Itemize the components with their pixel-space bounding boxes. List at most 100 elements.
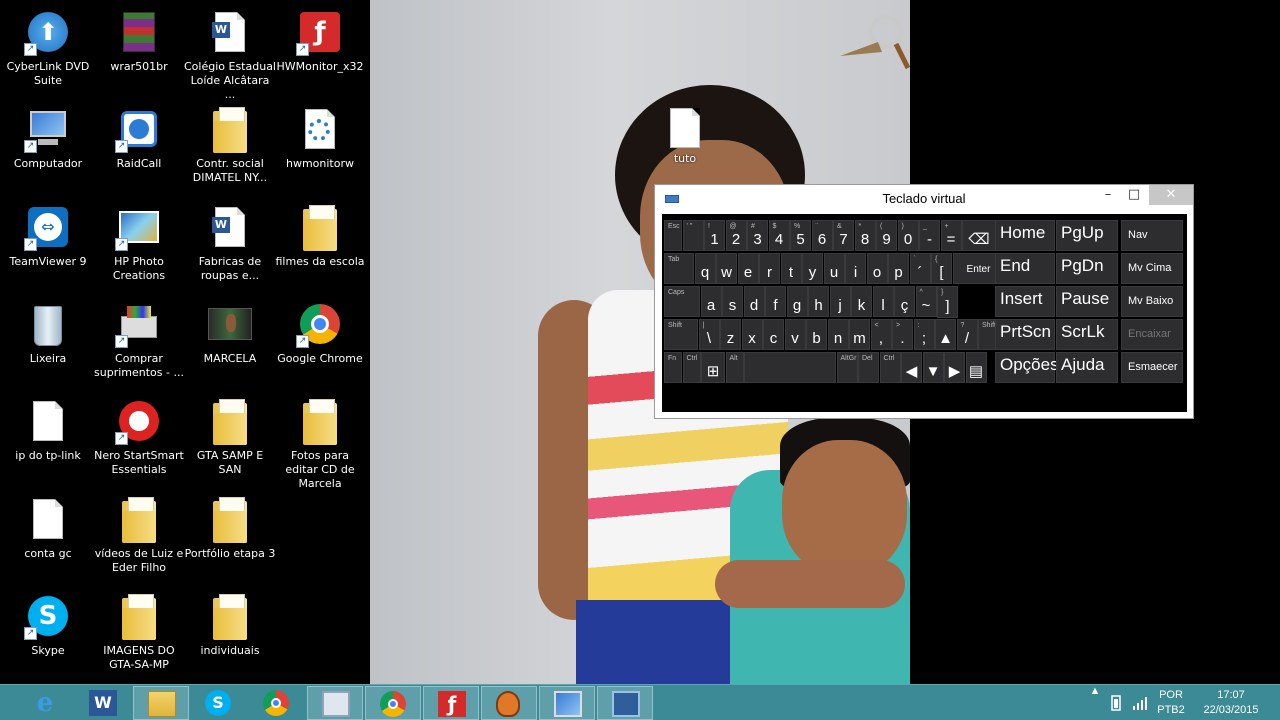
key-insert[interactable]: Insert (995, 286, 1055, 317)
key-w[interactable]: w (716, 253, 737, 284)
taskbar-chrome-button[interactable] (249, 686, 305, 720)
key-ç[interactable]: ç (894, 286, 915, 317)
key-home[interactable]: Home (995, 220, 1055, 251)
key-symbol-3-9[interactable]: <, (870, 319, 892, 350)
key-1[interactable]: ! 1 (704, 220, 725, 251)
key-scrlk[interactable]: ScrLk (1056, 319, 1118, 350)
key-f[interactable]: f (765, 286, 786, 317)
key-symbol-3-10[interactable]: >. (892, 319, 913, 350)
minimize-button[interactable]: – (1095, 185, 1121, 205)
taskbar-network-button[interactable] (307, 686, 363, 720)
key-z[interactable]: z (720, 319, 741, 350)
key-k[interactable]: k (851, 286, 872, 317)
desktop-icon-google-chrome[interactable]: ↗ Google Chrome (274, 300, 366, 366)
network-signal-icon[interactable] (1132, 695, 1148, 711)
key-nav[interactable]: Nav (1121, 220, 1183, 251)
key-alt[interactable]: Alt (725, 352, 744, 383)
key-tab[interactable]: Tab (664, 253, 694, 284)
key-e[interactable]: e (737, 253, 759, 284)
key-symbol-2-11[interactable]: ^ ~ (915, 286, 937, 317)
key-encaixar[interactable]: Encaixar (1121, 319, 1183, 350)
key-symbol-1-11[interactable]: ` ´ (909, 253, 931, 284)
key-symbol-4-11[interactable]: ▤ (965, 352, 987, 383)
desktop-icon-nero-startsmart-essentials[interactable]: ↗ Nero StartSmart Essentials (93, 397, 185, 477)
key-a[interactable]: a (700, 286, 722, 317)
key-del[interactable]: Del (858, 352, 879, 383)
desktop-icon-fotos-para-editar-cd-de-marcela[interactable]: Fotos para editar CD de Marcela (274, 397, 366, 491)
desktop-icon-hwmonitor-x32[interactable]: ƒ ↗ HWMonitor_x32 (274, 8, 366, 74)
desktop-icon-hwmonitorw[interactable]: hwmonitorw (274, 105, 366, 171)
desktop-icon-hp-photo-creations[interactable]: ↗ HP Photo Creations (93, 203, 185, 283)
desktop-icon-ip-do-tp-link[interactable]: ip do tp-link (2, 397, 94, 463)
power-icon[interactable] (1108, 695, 1124, 711)
key-x[interactable]: x (741, 319, 763, 350)
close-button[interactable]: ✕ (1149, 185, 1193, 205)
desktop-icon-filmes-da-escola[interactable]: filmes da escola (274, 203, 366, 269)
desktop-icon-comprar-suprimentos[interactable]: ↗ Comprar suprimentos - ... (93, 300, 185, 380)
taskbar-flash-button[interactable]: ƒ (423, 686, 479, 720)
taskbar-file-explorer-button[interactable] (133, 686, 189, 720)
key-symbol-0-13[interactable]: + = (940, 220, 962, 251)
key-ctrl[interactable]: Ctrl (879, 352, 901, 383)
taskbar-computer-button[interactable] (539, 686, 595, 720)
key-v[interactable]: v (784, 319, 806, 350)
desktop-icon-raidcall[interactable]: ↗ RaidCall (93, 105, 185, 171)
desktop-icon-cyberlink-dvd-suite[interactable]: ⬆ ↗ CyberLink DVD Suite (2, 8, 94, 88)
desktop-icon-teamviewer-9[interactable]: ⇔ ↗ TeamViewer 9 (2, 203, 94, 269)
taskbar-word-button[interactable]: W (75, 686, 131, 720)
key-symbol-0-1[interactable]: ' " (682, 220, 704, 251)
desktop-icon-col-gio-estadual-lo-de-alc-tara[interactable]: W Colégio Estadual Loíde Alcâtara ... (184, 8, 276, 102)
maximize-button[interactable]: □ (1121, 185, 1147, 205)
key-esmaecer[interactable]: Esmaecer (1121, 352, 1183, 383)
key-ajuda[interactable]: Ajuda (1056, 352, 1118, 383)
key-u[interactable]: u (823, 253, 845, 284)
key-o[interactable]: o (866, 253, 888, 284)
key-opc-es[interactable]: Opções (995, 352, 1059, 383)
key-p[interactable]: p (888, 253, 909, 284)
key-symbol-3-12[interactable]: ▲ (935, 319, 956, 350)
taskbar-game-button[interactable] (481, 686, 537, 720)
key-7[interactable]: & 7 (833, 220, 854, 251)
key-prtscn[interactable]: PrtScn (995, 319, 1055, 350)
key-esc[interactable]: Esc (664, 220, 682, 251)
key-c[interactable]: c (763, 319, 784, 350)
key-end[interactable]: End (995, 253, 1055, 284)
key-symbol-1-12[interactable]: {[ (931, 253, 952, 284)
desktop-icon-contr-social-dimatel-ny[interactable]: Contr. social DIMATEL NY... (184, 105, 276, 185)
desktop-icon-portf-lio-etapa-3[interactable]: Portfólio etapa 3 (184, 495, 276, 561)
key-m[interactable]: m (849, 319, 870, 350)
key-n[interactable]: n (827, 319, 849, 350)
key-symbol-4-9[interactable]: ▼ (922, 352, 944, 383)
desktop-icon-gta-samp-e-san[interactable]: GTA SAMP E SAN (184, 397, 276, 477)
key-symbol-3-11[interactable]: :; (913, 319, 935, 350)
key-j[interactable]: j (829, 286, 851, 317)
key-0[interactable]: ) 0 (897, 220, 919, 251)
key-fn[interactable]: Fn (664, 352, 682, 383)
input-language-indicator[interactable]: POR PTB2 (1152, 685, 1190, 720)
key-r[interactable]: r (759, 253, 780, 284)
key-t[interactable]: t (780, 253, 802, 284)
key-l[interactable]: l (872, 286, 894, 317)
key-h[interactable]: h (808, 286, 829, 317)
key-3[interactable]: #3 (747, 220, 768, 251)
desktop-icon-skype[interactable]: S ↗ Skype (2, 592, 94, 658)
key-b[interactable]: b (806, 319, 827, 350)
desktop-icon-tuto[interactable]: tuto (646, 108, 724, 165)
taskbar-skype-button[interactable]: S (191, 686, 247, 720)
key-i[interactable]: i (845, 253, 866, 284)
key-y[interactable]: y (802, 253, 823, 284)
key-symbol-0-14[interactable]: ⌫ (962, 220, 996, 251)
desktop-icon-individuais[interactable]: individuais (184, 592, 276, 658)
key-mv-cima[interactable]: Mv Cima (1121, 253, 1183, 284)
key-4[interactable]: $4 (768, 220, 790, 251)
key-9[interactable]: (9 (876, 220, 897, 251)
desktop-icon-wrar501br[interactable]: wrar501br (93, 8, 185, 74)
key-shift[interactable]: Shift (664, 319, 698, 350)
show-hidden-icons-button[interactable]: ▲ (1088, 685, 1102, 720)
key-symbol-2-12[interactable]: }] (937, 286, 958, 318)
key-space[interactable] (744, 352, 836, 383)
key-8[interactable]: * 8 (854, 220, 876, 251)
key-pgup[interactable]: PgUp (1056, 220, 1118, 251)
desktop-icon-lixeira[interactable]: Lixeira (2, 300, 94, 366)
key-6[interactable]: ¨ 6 (811, 220, 833, 251)
